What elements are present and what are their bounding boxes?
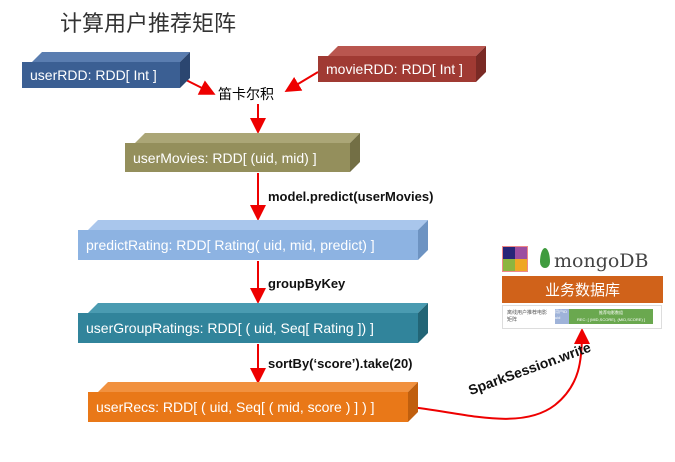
centos-icon [502,246,528,272]
user-movies-box: userMovies: RDD[ (uid, mid) ] [125,143,350,172]
rec-column-value: REC: [ (MID,SCORE), (MID,SCORE) ] [577,317,645,322]
mongodb-logo: mongoDB [554,250,649,272]
user-recs-box: userRecs: RDD[ ( uid, Seq[ ( mid, score … [88,392,408,422]
group-label: groupByKey [268,276,346,291]
database-title: 业务数据库 [502,276,663,303]
rec-column: 推荐电影数组 REC: [ (MID,SCORE), (MID,SCORE) ] [569,309,653,324]
cartesian-label: 笛卡尔积 [218,87,274,103]
sort-label: sortBy(‘score’).take(20) [268,356,413,371]
predict-rating-box: predictRating: RDD[ Rating( uid, mid, pr… [78,230,418,260]
table-label: 离线用户推荐电影矩阵 [507,310,548,323]
user-group-ratings-box: userGroupRatings: RDD[ ( uid, Seq[ Ratin… [78,313,418,343]
arrow-movierdd-cartesian [284,71,319,93]
predict-label: model.predict(userMovies) [268,189,434,204]
user-rdd-box: userRDD: RDD[ Int ] [22,62,180,88]
movie-rdd-box: movieRDD: RDD[ Int ] [318,56,476,82]
rec-column-title: 推荐电影数组 [599,310,623,315]
database-table: 离线用户推荐电影矩阵 用户ID uid 推荐电影数组 REC: [ (MID,S… [502,305,662,329]
uid-column: 用户ID uid [555,309,569,324]
